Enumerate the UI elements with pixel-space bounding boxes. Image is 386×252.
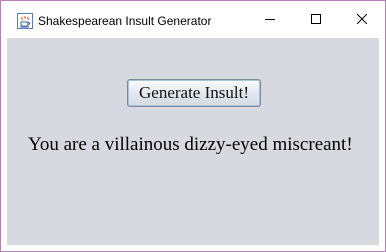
- title-bar[interactable]: Shakespearean Insult Generator: [1, 1, 385, 38]
- generate-insult-button[interactable]: Generate Insult!: [127, 79, 261, 107]
- minimize-icon: [265, 11, 275, 29]
- close-button[interactable]: [339, 1, 385, 38]
- java-cup-icon: [17, 13, 33, 29]
- maximize-icon: [311, 11, 321, 29]
- insult-label: You are a villainous dizzy-eyed miscrean…: [28, 134, 353, 155]
- window-title: Shakespearean Insult Generator: [38, 14, 212, 28]
- minimize-button[interactable]: [247, 1, 293, 38]
- close-icon: [356, 11, 368, 29]
- maximize-button[interactable]: [293, 1, 339, 38]
- content-panel: Generate Insult! You are a villainous di…: [7, 38, 379, 245]
- app-window: Shakespearean Insult Generator Generate …: [0, 0, 386, 252]
